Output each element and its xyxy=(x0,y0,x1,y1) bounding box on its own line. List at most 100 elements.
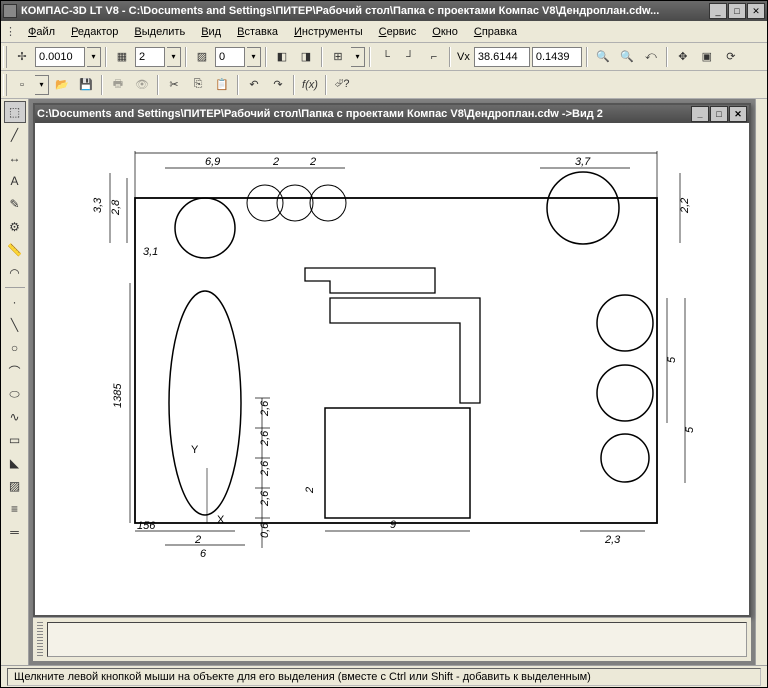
spline-tool-icon[interactable]: ∿ xyxy=(4,406,26,428)
doc-maximize-button[interactable]: □ xyxy=(710,106,728,122)
ellipse-tool-icon[interactable]: ⬭ xyxy=(4,383,26,405)
chamfer-tool-icon[interactable]: ◣ xyxy=(4,452,26,474)
close-button[interactable]: ✕ xyxy=(747,3,765,19)
step-input[interactable] xyxy=(35,47,85,67)
toolbox-separator xyxy=(5,287,25,288)
zoom-out-icon[interactable]: 🔍 xyxy=(616,46,638,68)
step-dropdown[interactable]: ▾ xyxy=(87,47,101,67)
menu-edit[interactable]: Редактор xyxy=(63,24,126,40)
arc2-tool-icon[interactable]: ⌒ xyxy=(4,360,26,382)
separator xyxy=(237,75,239,95)
axis-y-label: Y xyxy=(191,444,199,456)
panel-grip-icon[interactable] xyxy=(37,622,43,657)
cut-icon[interactable]: ✂ xyxy=(163,74,185,96)
app-titlebar: КОМПАС-3D LT V8 - C:\Documents and Setti… xyxy=(1,1,767,21)
dim-text: 9 xyxy=(390,519,396,531)
circle-tool-icon[interactable]: ○ xyxy=(4,337,26,359)
dim-text: 5 xyxy=(684,426,696,433)
layer-icon[interactable]: ▦ xyxy=(111,46,133,68)
coord-x-input[interactable] xyxy=(474,47,530,67)
localcs-icon[interactable]: ⌐ xyxy=(423,46,445,68)
layer-dropdown[interactable]: ▾ xyxy=(167,47,181,67)
dim-text: 2,3 xyxy=(604,534,621,546)
coord-y-input[interactable] xyxy=(532,47,582,67)
snap-icon[interactable]: ✢ xyxy=(11,46,33,68)
doc-close-button[interactable]: ✕ xyxy=(729,106,747,122)
fit-all-icon[interactable]: ▣ xyxy=(696,46,718,68)
refresh-icon[interactable]: ⟳ xyxy=(720,46,742,68)
menu-insert[interactable]: Вставка xyxy=(229,24,286,40)
grid-dropdown[interactable]: ▾ xyxy=(351,47,365,67)
app-icon xyxy=(3,4,17,18)
save-icon[interactable]: 💾 xyxy=(75,74,97,96)
zoom-in-icon[interactable]: 🔍 xyxy=(592,46,614,68)
dim-text: 3,1 xyxy=(143,246,158,258)
eraser2-icon[interactable]: ◨ xyxy=(295,46,317,68)
line-tool-icon[interactable]: ╱ xyxy=(4,124,26,146)
right-dock-strip[interactable] xyxy=(755,99,767,665)
menu-help[interactable]: Справка xyxy=(466,24,525,40)
measure-tool-icon[interactable]: 📏 xyxy=(4,239,26,261)
dim-text: 156 xyxy=(137,520,156,532)
pan-icon[interactable]: ✥ xyxy=(672,46,694,68)
doc-minimize-button[interactable]: _ xyxy=(691,106,709,122)
paste-icon[interactable]: 📋 xyxy=(211,74,233,96)
fx-icon[interactable]: f(x) xyxy=(299,74,321,96)
eraser-icon[interactable]: ◧ xyxy=(271,46,293,68)
menubar: ⋮ Файл Редактор Выделить Вид Вставка Инс… xyxy=(1,21,767,43)
dim-text: 2,6 xyxy=(259,430,271,447)
coord-x-label: Vx xyxy=(455,51,472,63)
edit-tool-icon[interactable]: ✎ xyxy=(4,193,26,215)
minimize-button[interactable]: _ xyxy=(709,3,727,19)
copy-icon[interactable]: ⎘ xyxy=(187,74,209,96)
style-tool-icon[interactable]: ≡ xyxy=(4,498,26,520)
axis-x-label: X xyxy=(217,514,225,526)
line2-tool-icon[interactable]: ╲ xyxy=(4,314,26,336)
toolbar-grip-icon[interactable] xyxy=(3,46,7,68)
drawing-canvas[interactable]: Y X xyxy=(35,123,749,615)
point-tool-icon[interactable]: · xyxy=(4,291,26,313)
statusbar: Щелкните левой кнопкой мыши на объекте д… xyxy=(1,665,767,687)
property-panel-content[interactable] xyxy=(47,622,747,657)
new-dropdown[interactable]: ▾ xyxy=(35,75,49,95)
new-icon[interactable]: ▫ xyxy=(11,74,33,96)
ortho-icon[interactable]: └ xyxy=(375,46,397,68)
separator xyxy=(101,75,103,95)
ortho2-icon[interactable]: ┘ xyxy=(399,46,421,68)
style2-tool-icon[interactable]: ═ xyxy=(4,521,26,543)
toolbar-grip-icon[interactable] xyxy=(3,74,7,96)
dim-tool-icon[interactable]: ↔ xyxy=(4,147,26,169)
maximize-button[interactable]: □ xyxy=(728,3,746,19)
help-cursor-icon[interactable]: ⮰? xyxy=(331,74,353,96)
open-icon[interactable]: 📂 xyxy=(51,74,73,96)
grid-icon[interactable]: ⊞ xyxy=(327,46,349,68)
text-tool-icon[interactable]: A xyxy=(4,170,26,192)
menu-window[interactable]: Окно xyxy=(424,24,466,40)
undo-icon[interactable]: ↶ xyxy=(243,74,265,96)
hatch-icon[interactable]: ▨ xyxy=(191,46,213,68)
menu-select[interactable]: Выделить xyxy=(126,24,193,40)
dim-text: 1385 xyxy=(112,383,124,408)
select-tool-icon[interactable]: ⬚ xyxy=(4,101,26,123)
arc-tool-icon[interactable]: ◠ xyxy=(4,262,26,284)
zoom-prev-icon[interactable]: ⤺ xyxy=(640,46,662,68)
rect-tool-icon[interactable]: ▭ xyxy=(4,429,26,451)
preview-icon[interactable]: 👁 xyxy=(131,74,153,96)
menu-file[interactable]: Файл xyxy=(20,24,63,40)
hatch-dropdown[interactable]: ▾ xyxy=(247,47,261,67)
status-text: Щелкните левой кнопкой мыши на объекте д… xyxy=(7,668,761,686)
separator xyxy=(293,75,295,95)
hatch2-tool-icon[interactable]: ▨ xyxy=(4,475,26,497)
param-tool-icon[interactable]: ⚙ xyxy=(4,216,26,238)
separator xyxy=(586,47,588,67)
print-icon[interactable]: 🖶 xyxy=(107,74,129,96)
redo-icon[interactable]: ↷ xyxy=(267,74,289,96)
menubar-grip[interactable]: ⋮ xyxy=(5,25,16,38)
menu-tools[interactable]: Инструменты xyxy=(286,24,371,40)
separator xyxy=(105,47,107,67)
menu-service[interactable]: Сервис xyxy=(371,24,425,40)
hatch-input[interactable] xyxy=(215,47,245,67)
dim-text: 6 xyxy=(200,548,207,560)
layer-input[interactable] xyxy=(135,47,165,67)
menu-view[interactable]: Вид xyxy=(193,24,229,40)
